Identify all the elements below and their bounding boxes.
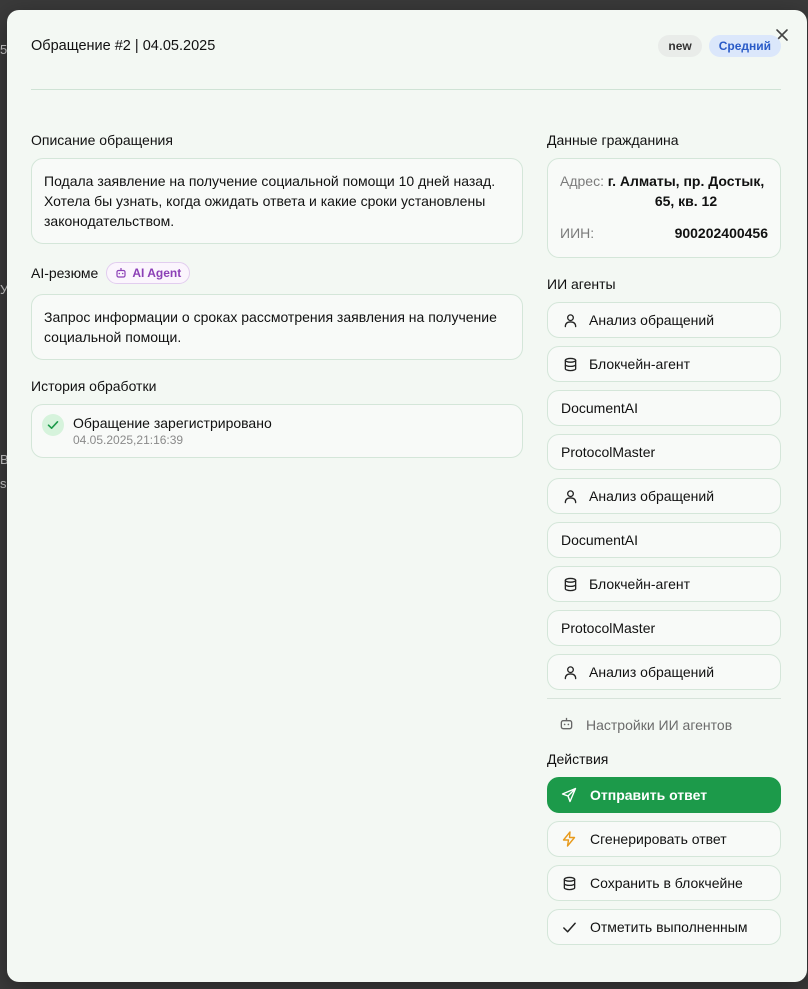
- history-event: Обращение зарегистрировано: [73, 415, 272, 431]
- send-response-label: Отправить ответ: [590, 787, 708, 803]
- iin-value: 900202400456: [674, 225, 768, 241]
- check-circle-icon: [42, 414, 64, 436]
- save-blockchain-label: Сохранить в блокчейне: [590, 875, 743, 891]
- mark-complete-label: Отметить выполненным: [590, 919, 748, 935]
- robot-icon: [116, 268, 126, 278]
- modal-header: Обращение #2 | 04.05.2025 new Средний: [31, 32, 781, 88]
- generate-response-label: Сгенерировать ответ: [590, 831, 727, 847]
- ai-agent-chip-label: AI Agent: [132, 266, 182, 280]
- header-divider: [31, 89, 781, 90]
- agent-button-documentai[interactable]: DocumentAI: [547, 522, 781, 558]
- agents-title: ИИ агенты: [547, 276, 616, 292]
- agent-label: Анализ обращений: [589, 312, 715, 328]
- agent-settings-label: Настройки ИИ агентов: [586, 717, 733, 733]
- right-column: Данные гражданина Адрес: г. Алматы, пр. …: [547, 132, 781, 953]
- user-icon: [561, 487, 579, 505]
- history-item: Обращение зарегистрировано 04.05.2025,21…: [31, 404, 523, 458]
- summary-text: Запрос информации о сроках рассмотрения …: [44, 309, 497, 345]
- agent-button-analysis[interactable]: Анализ обращений: [547, 302, 781, 338]
- agent-label: Блокчейн-агент: [589, 576, 691, 592]
- agent-label: ProtocolMaster: [561, 444, 656, 460]
- ai-agent-chip: AI Agent: [106, 262, 191, 284]
- agent-label: Анализ обращений: [589, 664, 715, 680]
- lightning-icon: [560, 830, 578, 848]
- agent-settings-button[interactable]: Настройки ИИ агентов: [547, 699, 781, 751]
- iin-label: ИИН:: [560, 225, 595, 241]
- database-icon: [560, 874, 578, 892]
- agent-label: ProtocolMaster: [561, 620, 656, 636]
- save-blockchain-button[interactable]: Сохранить в блокчейне: [547, 865, 781, 901]
- bot-icon: [559, 716, 574, 734]
- agent-label: DocumentAI: [561, 400, 639, 416]
- summary-header: AI-резюме AI Agent: [31, 262, 523, 284]
- send-response-button[interactable]: Отправить ответ: [547, 777, 781, 813]
- appeal-title: Обращение #2 | 04.05.2025: [31, 38, 216, 54]
- agent-button-blockchain[interactable]: Блокчейн-агент: [547, 346, 781, 382]
- agent-label: Блокчейн-агент: [589, 356, 691, 372]
- address-value: г. Алматы, пр. Достык, 65, кв. 12: [607, 173, 765, 209]
- agent-button-protocolmaster[interactable]: ProtocolMaster: [547, 434, 781, 470]
- agent-label: Анализ обращений: [589, 488, 715, 504]
- address-label: Адрес:: [560, 173, 604, 189]
- user-icon: [561, 663, 579, 681]
- left-column: Описание обращения Подала заявление на п…: [31, 132, 523, 458]
- agent-button-analysis[interactable]: Анализ обращений: [547, 654, 781, 690]
- summary-title: AI-резюме: [31, 265, 99, 281]
- database-icon: [561, 355, 579, 373]
- badge-group: new Средний: [658, 32, 781, 57]
- backdrop-fragment: s: [0, 476, 7, 491]
- status-badge: new: [658, 35, 702, 57]
- appeal-modal: Обращение #2 | 04.05.2025 new Средний Оп…: [7, 10, 807, 982]
- agent-button-blockchain[interactable]: Блокчейн-агент: [547, 566, 781, 602]
- description-title: Описание обращения: [31, 132, 173, 148]
- agent-button-analysis[interactable]: Анализ обращений: [547, 478, 781, 514]
- generate-response-button[interactable]: Сгенерировать ответ: [547, 821, 781, 857]
- check-icon: [560, 918, 578, 936]
- user-icon: [561, 311, 579, 329]
- agent-label: DocumentAI: [561, 532, 639, 548]
- citizen-title: Данные гражданина: [547, 132, 679, 148]
- description-card: Подала заявление на получение социальной…: [31, 158, 523, 244]
- actions-title: Действия: [547, 751, 609, 767]
- agent-button-protocolmaster[interactable]: ProtocolMaster: [547, 610, 781, 646]
- history-time: 04.05.2025,21:16:39: [73, 433, 184, 447]
- summary-card: Запрос информации о сроках рассмотрения …: [31, 294, 523, 360]
- history-title: История обработки: [31, 378, 157, 394]
- database-icon: [561, 575, 579, 593]
- mark-complete-button[interactable]: Отметить выполненным: [547, 909, 781, 945]
- priority-badge: Средний: [708, 35, 781, 57]
- description-text: Подала заявление на получение социальной…: [44, 173, 496, 229]
- agent-button-documentai[interactable]: DocumentAI: [547, 390, 781, 426]
- send-icon: [560, 786, 578, 804]
- citizen-card: Адрес: г. Алматы, пр. Достык, 65, кв. 12…: [547, 158, 781, 258]
